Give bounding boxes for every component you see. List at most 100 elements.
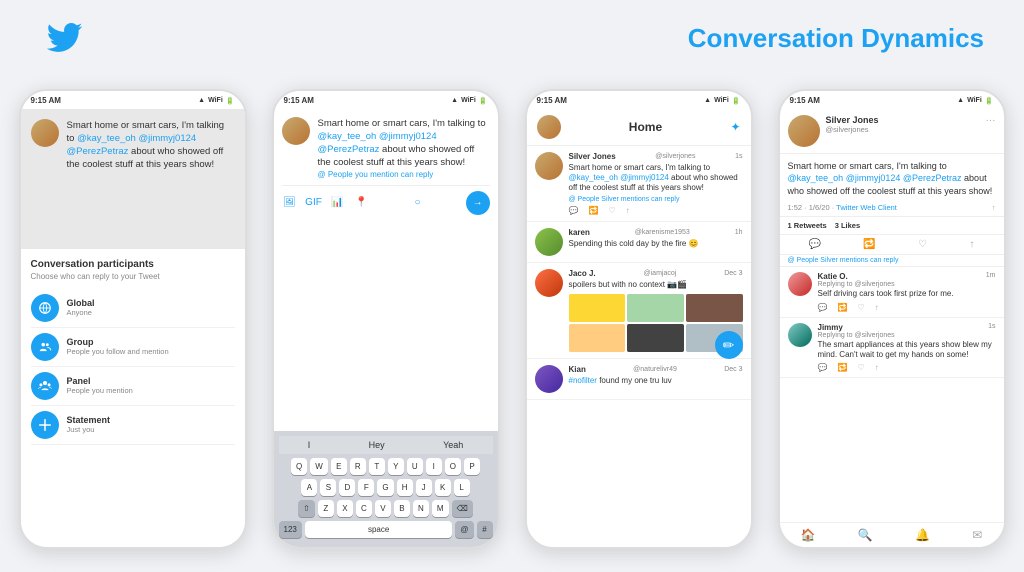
more-icon[interactable]: ···: [986, 115, 996, 147]
poll-tool-icon[interactable]: 📊: [330, 195, 346, 211]
key-shift[interactable]: ⇧: [298, 500, 315, 517]
tweet-img-2: [627, 294, 684, 322]
tweet-kian[interactable]: Kian @naturelivr49 Dec 3 #nofilter found…: [527, 359, 751, 400]
key-p[interactable]: P: [464, 458, 480, 475]
key-x[interactable]: X: [337, 500, 353, 517]
jaco-handle: @iamjacoj: [644, 270, 677, 277]
key-123[interactable]: 123: [279, 521, 302, 538]
katie-retweet-icon[interactable]: 🔁: [837, 303, 847, 312]
key-g[interactable]: G: [377, 479, 393, 496]
katie-reply-icon[interactable]: 💬: [818, 303, 828, 312]
panel-icon: [31, 372, 59, 400]
tweet-karen-body: karen @karenisme1953 1h Spending this co…: [569, 228, 743, 256]
notifications-nav-icon[interactable]: 🔔: [915, 528, 930, 542]
phone1-tweet-text: Smart home or smart cars, I'm talking to…: [67, 119, 235, 172]
jimmy-retweet-icon[interactable]: 🔁: [837, 363, 847, 372]
reply-katie-body: Katie O. 1m Replying to @silverjones Sel…: [818, 272, 996, 311]
key-w[interactable]: W: [310, 458, 328, 475]
suggestion-2[interactable]: Hey: [363, 440, 391, 450]
detail-reply-action[interactable]: 💬: [809, 239, 821, 250]
retweet-icon[interactable]: 🔁: [588, 206, 598, 215]
reply-jimmy[interactable]: Jimmy 1s Replying to @silverjones The sm…: [780, 318, 1004, 379]
tweet-img-1: [569, 294, 626, 322]
mail-nav-icon[interactable]: ✉: [972, 528, 982, 542]
key-v[interactable]: V: [375, 500, 391, 517]
key-l[interactable]: L: [454, 479, 470, 496]
option-statement[interactable]: Statement Just you: [31, 406, 235, 445]
like-icon[interactable]: ♡: [608, 206, 615, 215]
circle-icon: ○: [410, 195, 426, 211]
option-group-name: Group: [67, 337, 169, 347]
key-e[interactable]: E: [331, 458, 347, 475]
option-global[interactable]: Global Anyone: [31, 289, 235, 328]
key-a[interactable]: A: [301, 479, 317, 496]
option-statement-info: Statement Just you: [67, 415, 111, 434]
key-hash[interactable]: #: [477, 521, 493, 538]
key-n[interactable]: N: [413, 500, 429, 517]
option-panel-info: Panel People you mention: [67, 376, 133, 395]
karen-time: 1h: [735, 229, 743, 236]
reply-katie[interactable]: Katie O. 1m Replying to @silverjones Sel…: [780, 267, 1004, 317]
katie-like-icon[interactable]: ♡: [857, 303, 864, 312]
jimmy-share-icon[interactable]: ↑: [875, 363, 879, 372]
key-h[interactable]: H: [397, 479, 413, 496]
search-nav-icon[interactable]: 🔍: [858, 528, 873, 542]
key-u[interactable]: U: [407, 458, 423, 475]
detail-share-action[interactable]: ↑: [969, 239, 974, 250]
retweets-count: 1 Retweets: [788, 221, 827, 230]
key-o[interactable]: O: [445, 458, 461, 475]
key-r[interactable]: R: [350, 458, 366, 475]
signal-icon: ▲: [704, 97, 711, 104]
key-at[interactable]: @: [455, 521, 473, 538]
option-statement-name: Statement: [67, 415, 111, 425]
compose-fab-button[interactable]: ✏: [715, 331, 743, 359]
compose-tools: 🖼 GIF 📊 📍: [282, 195, 370, 211]
image-tool-icon[interactable]: 🖼: [282, 195, 298, 211]
kian-handle: @naturelivr49: [633, 366, 677, 373]
katie-share-icon[interactable]: ↑: [875, 303, 879, 312]
phone2-status-bar: 9:15 AM ▲ WiFi 🔋: [274, 91, 498, 109]
key-t[interactable]: T: [369, 458, 385, 475]
key-space[interactable]: space: [305, 521, 453, 538]
keyboard: I Hey Yeah Q W E R T Y U I O P A: [274, 431, 498, 547]
key-j[interactable]: J: [416, 479, 432, 496]
option-group[interactable]: Group People you follow and mention: [31, 328, 235, 367]
key-y[interactable]: Y: [388, 458, 404, 475]
detail-retweet-action[interactable]: 🔁: [863, 239, 875, 250]
key-f[interactable]: F: [358, 479, 374, 496]
phone3-status-icons: ▲ WiFi 🔋: [704, 97, 740, 105]
share-icon[interactable]: ↑: [626, 206, 630, 215]
share-icon[interactable]: ↑: [992, 203, 996, 212]
key-d[interactable]: D: [339, 479, 355, 496]
suggestion-1[interactable]: I: [302, 440, 317, 450]
tweet-karen[interactable]: karen @karenisme1953 1h Spending this co…: [527, 222, 751, 263]
phones-container: 9:15 AM ▲ WiFi 🔋 Smart home or smart car…: [10, 75, 1014, 562]
key-k[interactable]: K: [435, 479, 451, 496]
karen-handle: @karenisme1953: [635, 229, 690, 236]
key-backspace[interactable]: ⌫: [452, 500, 473, 517]
suggestion-3[interactable]: Yeah: [437, 440, 469, 450]
participants-title: Conversation participants: [31, 259, 235, 270]
gif-tool-icon[interactable]: GIF: [306, 195, 322, 211]
karen-name: karen: [569, 228, 590, 237]
key-s[interactable]: S: [320, 479, 336, 496]
sparkle-icon[interactable]: ✦: [730, 120, 740, 134]
reply-icon[interactable]: 💬: [569, 206, 579, 215]
key-q[interactable]: Q: [291, 458, 307, 475]
jimmy-name: Jimmy: [818, 323, 843, 332]
location-tool-icon[interactable]: 📍: [354, 195, 370, 211]
key-m[interactable]: M: [432, 500, 449, 517]
jimmy-like-icon[interactable]: ♡: [857, 363, 864, 372]
option-panel[interactable]: Panel People you mention: [31, 367, 235, 406]
user-avatar: [31, 119, 59, 147]
key-b[interactable]: B: [394, 500, 410, 517]
jimmy-reply-icon[interactable]: 💬: [818, 363, 828, 372]
send-button[interactable]: →: [466, 191, 490, 215]
detail-like-action[interactable]: ♡: [918, 239, 927, 250]
home-nav-icon[interactable]: 🏠: [801, 528, 816, 542]
jimmy-avatar: [788, 323, 812, 347]
key-c[interactable]: C: [356, 500, 372, 517]
key-i[interactable]: I: [426, 458, 442, 475]
key-z[interactable]: Z: [318, 500, 334, 517]
tweet-silver[interactable]: Silver Jones @silverjones 1s Smart home …: [527, 146, 751, 222]
